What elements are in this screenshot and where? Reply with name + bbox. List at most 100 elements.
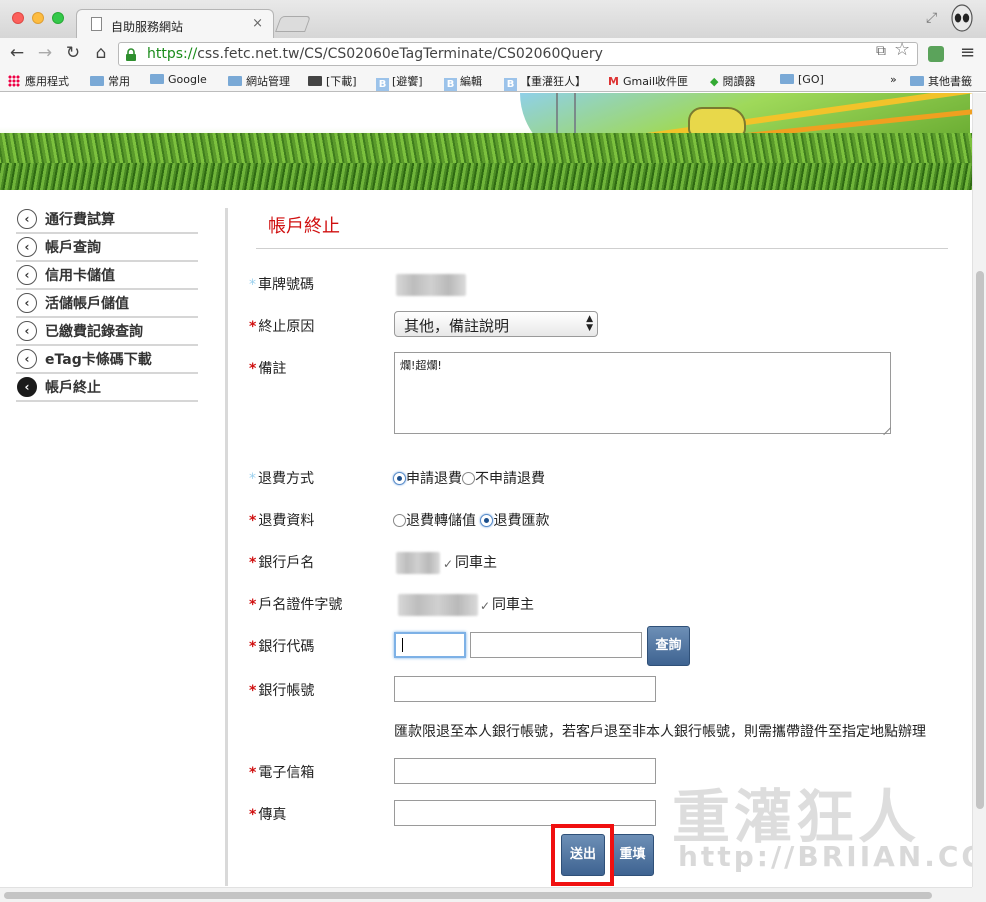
- bookmark-item[interactable]: Google: [150, 73, 207, 86]
- required-mark: *: [249, 555, 257, 571]
- bank-code-input[interactable]: [394, 632, 466, 658]
- profile-avatar-icon[interactable]: [950, 4, 974, 34]
- email-input[interactable]: [394, 758, 656, 784]
- text-caret: [402, 638, 403, 652]
- checkmark-icon: ✓: [480, 599, 491, 613]
- gmail-icon: M: [608, 75, 619, 88]
- extension-icon[interactable]: [928, 46, 944, 62]
- folder-icon: [910, 76, 924, 86]
- new-tab-button[interactable]: [275, 16, 311, 32]
- bookmark-item[interactable]: [下載]: [308, 73, 357, 89]
- vertical-scroll-thumb[interactable]: [976, 271, 984, 809]
- blogger-icon: B: [376, 78, 389, 91]
- bookmark-item[interactable]: 常用: [90, 73, 130, 89]
- bookmark-item[interactable]: B [避饗]: [376, 73, 423, 91]
- apps-icon: [8, 75, 20, 87]
- sidebar-item-savings-topup[interactable]: ‹ 活儲帳戶儲值: [16, 290, 198, 318]
- radio-refund-remittance[interactable]: [480, 514, 494, 527]
- home-icon[interactable]: ⌂: [90, 43, 112, 63]
- bookmarks-overflow-button[interactable]: »: [890, 73, 897, 86]
- chevron-left-icon: ‹: [17, 209, 37, 229]
- fullscreen-icon[interactable]: ⤢: [926, 10, 937, 26]
- minimize-window-button[interactable]: [32, 12, 44, 24]
- fax-input[interactable]: [394, 800, 656, 826]
- radio-label: 退費匯款: [493, 513, 550, 529]
- tab-title: 自助服務網站: [111, 20, 184, 34]
- forward-icon[interactable]: →: [34, 43, 56, 63]
- browser-titlebar: 自助服務網站 × ⤢: [0, 0, 986, 39]
- bookmark-other[interactable]: 其他書籤: [910, 73, 972, 89]
- chevron-left-icon: ‹: [17, 293, 37, 313]
- memo-textarea[interactable]: 爛!超爛!: [394, 352, 891, 434]
- required-mark: *: [249, 361, 257, 377]
- browser-tab[interactable]: 自助服務網站 ×: [76, 9, 274, 39]
- folder-icon: [150, 74, 164, 84]
- page-action-icon[interactable]: ⧉: [876, 43, 886, 59]
- bank-name-label: * 銀行戶名: [249, 555, 315, 571]
- sidebar-item-etag-barcode[interactable]: ‹ eTag卡條碼下載: [16, 346, 198, 374]
- vertical-scrollbar[interactable]: [972, 93, 986, 887]
- sidebar-item-label: 已繳費記錄查詢: [45, 324, 143, 340]
- bookmark-item[interactable]: 網站管理: [228, 73, 290, 89]
- blogger-icon: B: [444, 78, 457, 91]
- sidebar-item-account-terminate[interactable]: ‹ 帳戶終止: [16, 374, 198, 402]
- sidebar-item-account-query[interactable]: ‹ 帳戶查詢: [16, 234, 198, 262]
- bookmark-item[interactable]: B 編輯: [444, 73, 482, 91]
- horizontal-scroll-thumb[interactable]: [4, 892, 932, 899]
- bank-name-display-input[interactable]: [470, 632, 642, 658]
- reload-icon[interactable]: ↻: [62, 43, 84, 63]
- reason-selected-value: 其他，備註說明: [404, 317, 510, 335]
- sidebar-item-label: 活儲帳戶儲值: [45, 296, 129, 312]
- sidebar-menu: ‹ 通行費試算 ‹ 帳戶查詢 ‹ 信用卡儲值 ‹ 活儲帳戶儲值 ‹ 已繳費記錄查…: [16, 206, 198, 402]
- remittance-note: 匯款限退至本人銀行帳號，若客戶退至非本人銀行帳號，則需攜帶證件至指定地點辦理: [394, 724, 926, 740]
- email-label: * 電子信箱: [249, 765, 315, 781]
- reason-select[interactable]: 其他，備註說明 ▲ ▼: [394, 311, 598, 337]
- required-mark: *: [249, 683, 257, 699]
- url-text: https://css.fetc.net.tw/CS/CS02060eTagTe…: [147, 46, 603, 62]
- page-title: 帳戶終止: [268, 216, 340, 237]
- sidebar-item-toll-calc[interactable]: ‹ 通行費試算: [16, 206, 198, 234]
- sidebar-item-label: 帳戶查詢: [45, 240, 101, 256]
- bookmark-apps[interactable]: 應用程式: [8, 73, 69, 89]
- feedly-icon: ◆: [710, 75, 719, 88]
- bank-name-redacted: [396, 552, 440, 574]
- radio-apply-refund[interactable]: [393, 472, 406, 485]
- back-icon[interactable]: ←: [6, 43, 28, 63]
- menu-icon[interactable]: ≡: [960, 42, 975, 63]
- zoom-window-button[interactable]: [52, 12, 64, 24]
- site-banner: [0, 93, 986, 190]
- checkmark-icon: ✓: [443, 557, 454, 571]
- account-input[interactable]: [394, 676, 656, 702]
- bookmark-item[interactable]: M Gmail收件匣: [608, 73, 688, 89]
- star-icon[interactable]: ☆: [894, 39, 910, 60]
- same-owner-checkbox-2[interactable]: ✓ 同車主: [480, 594, 534, 614]
- reset-button[interactable]: 重填: [611, 834, 654, 876]
- bookmark-item[interactable]: ◆ 閱讀器: [710, 73, 755, 89]
- refund-data-label: * 退費資料: [249, 513, 315, 529]
- close-window-button[interactable]: [12, 12, 24, 24]
- sidebar-item-label: 信用卡儲值: [45, 268, 115, 284]
- chevron-left-icon: ‹: [17, 265, 37, 285]
- bookmark-item[interactable]: [GO]: [780, 73, 824, 86]
- radio-no-refund[interactable]: [462, 472, 475, 485]
- required-mark: *: [249, 513, 257, 529]
- sidebar-item-payment-history[interactable]: ‹ 已繳費記錄查詢: [16, 318, 198, 346]
- query-button[interactable]: 查詢: [647, 626, 690, 666]
- chevron-left-icon: ‹: [17, 349, 37, 369]
- lock-icon: [126, 48, 136, 61]
- required-mark: *: [249, 639, 257, 655]
- radio-refund-to-balance[interactable]: [393, 514, 406, 527]
- address-bar[interactable]: https://css.fetc.net.tw/CS/CS02060eTagTe…: [118, 42, 918, 66]
- sidebar-item-label: 通行費試算: [45, 212, 115, 228]
- browser-toolbar: ← → ↻ ⌂ https://css.fetc.net.tw/CS/CS020…: [0, 38, 986, 70]
- folder-icon: [90, 76, 104, 86]
- same-owner-checkbox-1[interactable]: ✓ 同車主: [443, 552, 497, 572]
- tab-close-icon[interactable]: ×: [252, 16, 263, 31]
- updown-arrows-icon: ▲ ▼: [586, 314, 593, 333]
- bookmark-item[interactable]: B 【重灌狂人】: [504, 73, 586, 91]
- radio-label: 不申請退費: [475, 471, 545, 487]
- plate-value-redacted: [396, 274, 466, 296]
- horizontal-scrollbar[interactable]: [0, 887, 972, 902]
- sidebar-item-credit-topup[interactable]: ‹ 信用卡儲值: [16, 262, 198, 290]
- optional-mark: *: [249, 277, 256, 293]
